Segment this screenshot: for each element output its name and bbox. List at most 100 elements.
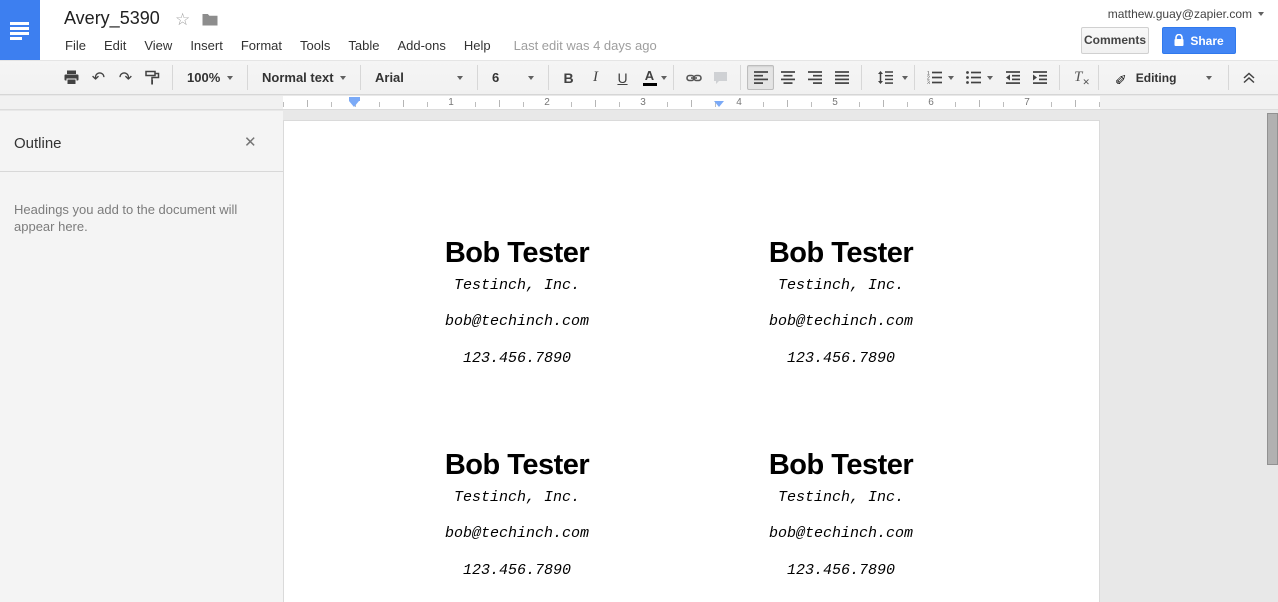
docs-logo-icon[interactable]	[0, 0, 40, 60]
chevron-down-icon[interactable]	[661, 75, 667, 80]
bold-button[interactable]: B	[555, 65, 582, 90]
font-family-select[interactable]: Arial	[367, 65, 471, 90]
menu-view[interactable]: View	[135, 35, 181, 56]
account-menu[interactable]: matthew.guay@zapier.com	[1108, 7, 1264, 21]
menu-tools[interactable]: Tools	[291, 35, 339, 56]
align-right-button[interactable]	[801, 65, 828, 90]
underline-button[interactable]: U	[609, 65, 636, 90]
chevron-down-icon	[1206, 75, 1213, 80]
business-card: Bob Tester Testinch, Inc. bob@techinch.c…	[355, 237, 679, 366]
outline-empty-message: Headings you add to the document will ap…	[14, 202, 238, 234]
card-company[interactable]: Testinch, Inc.	[355, 490, 679, 505]
increase-indent-button[interactable]	[1026, 65, 1053, 90]
card-email[interactable]: bob@techinch.com	[679, 526, 1003, 541]
italic-button[interactable]: I	[582, 65, 609, 90]
align-justify-button[interactable]	[828, 65, 855, 90]
font-size-select[interactable]: 6	[484, 65, 542, 90]
horizontal-ruler[interactable]: 1 2 3 4 5 6 7	[0, 96, 1278, 110]
bulleted-list-button[interactable]	[960, 65, 987, 90]
line-spacing-button[interactable]	[868, 65, 902, 90]
numbered-list-button[interactable]: 123	[921, 65, 948, 90]
paragraph-style-value: Normal text	[262, 70, 334, 85]
align-left-button[interactable]	[747, 65, 774, 90]
insert-comment-button	[707, 65, 734, 90]
card-name[interactable]: Bob Tester	[679, 449, 1003, 482]
card-email[interactable]: bob@techinch.com	[355, 314, 679, 329]
share-button-label: Share	[1190, 33, 1224, 48]
card-phone[interactable]: 123.456.7890	[679, 563, 1003, 578]
decrease-indent-button[interactable]	[999, 65, 1026, 90]
right-indent-marker[interactable]	[714, 96, 725, 108]
pencil-icon: ✎	[1115, 69, 1127, 86]
menu-insert[interactable]: Insert	[181, 35, 232, 56]
mode-select[interactable]: ✎ Editing	[1105, 65, 1222, 90]
menu-addons[interactable]: Add-ons	[388, 35, 454, 56]
paragraph-style-select[interactable]: Normal text	[254, 65, 354, 90]
chevron-down-icon[interactable]	[948, 75, 954, 80]
business-card: Bob Tester Testinch, Inc. bob@techinch.c…	[679, 237, 1003, 366]
last-edit-status[interactable]: Last edit was 4 days ago	[514, 38, 657, 53]
share-button[interactable]: Share	[1162, 27, 1236, 54]
card-company[interactable]: Testinch, Inc.	[679, 490, 1003, 505]
ruler-number: 6	[925, 96, 937, 109]
zoom-select[interactable]: 100%	[179, 65, 241, 90]
comments-button[interactable]: Comments	[1081, 27, 1149, 54]
card-email[interactable]: bob@techinch.com	[355, 526, 679, 541]
ruler-number: 2	[541, 96, 553, 109]
card-name[interactable]: Bob Tester	[679, 237, 1003, 270]
document-canvas: Bob Tester Testinch, Inc. bob@techinch.c…	[283, 110, 1268, 602]
card-email[interactable]: bob@techinch.com	[679, 314, 1003, 329]
insert-link-button[interactable]	[680, 65, 707, 90]
chevron-down-icon[interactable]	[902, 75, 908, 80]
chevron-down-icon[interactable]	[987, 75, 993, 80]
document-page[interactable]: Bob Tester Testinch, Inc. bob@techinch.c…	[283, 120, 1100, 602]
ruler-number: 5	[829, 96, 841, 109]
ruler-number: 7	[1021, 96, 1033, 109]
ruler-number: 1	[445, 96, 457, 109]
card-phone[interactable]: 123.456.7890	[679, 351, 1003, 366]
card-name[interactable]: Bob Tester	[355, 449, 679, 482]
menu-help[interactable]: Help	[455, 35, 500, 56]
left-indent-marker[interactable]	[349, 96, 360, 108]
menu-file[interactable]: File	[56, 35, 95, 56]
menu-table[interactable]: Table	[339, 35, 388, 56]
text-color-button[interactable]: A	[636, 65, 663, 90]
lock-icon	[1174, 34, 1184, 46]
outline-panel-header: Outline ✕	[0, 111, 283, 172]
close-icon[interactable]: ✕	[244, 133, 257, 151]
menu-bar: File Edit View Insert Format Tools Table…	[56, 33, 657, 57]
font-family-value: Arial	[375, 70, 404, 85]
folder-icon[interactable]	[202, 13, 218, 26]
undo-button[interactable]: ↶	[85, 65, 112, 90]
chevron-down-icon	[1258, 12, 1264, 16]
business-card: Bob Tester Testinch, Inc. bob@techinch.c…	[355, 449, 679, 578]
star-icon[interactable]: ☆	[175, 10, 190, 30]
text-color-swatch	[642, 83, 657, 86]
chevron-down-icon	[340, 75, 346, 80]
mode-label: Editing	[1135, 70, 1177, 85]
card-phone[interactable]: 123.456.7890	[355, 563, 679, 578]
ruler-number: 4	[733, 96, 745, 109]
card-name[interactable]: Bob Tester	[355, 237, 679, 270]
account-email: matthew.guay@zapier.com	[1107, 7, 1252, 21]
redo-button[interactable]: ↷	[112, 65, 139, 90]
ruler-ticks-half-inch	[283, 100, 1100, 107]
vertical-scrollbar[interactable]	[1267, 113, 1278, 465]
align-center-button[interactable]	[774, 65, 801, 90]
paint-format-button[interactable]	[139, 65, 166, 90]
chevron-down-icon	[528, 75, 534, 80]
clear-formatting-button[interactable]: T✕	[1066, 65, 1098, 90]
card-company[interactable]: Testinch, Inc.	[355, 278, 679, 293]
print-button[interactable]	[58, 65, 85, 90]
document-title[interactable]: Avery_5390	[64, 8, 160, 29]
menu-edit[interactable]: Edit	[95, 35, 135, 56]
ruler-page-area[interactable]: 1 2 3 4 5 6 7	[283, 96, 1100, 109]
card-company[interactable]: Testinch, Inc.	[679, 278, 1003, 293]
menu-format[interactable]: Format	[232, 35, 291, 56]
zoom-value: 100%	[187, 70, 221, 85]
svg-text:3: 3	[927, 80, 930, 84]
chevron-down-icon	[227, 75, 233, 80]
collapse-toolbar-button[interactable]	[1235, 65, 1262, 90]
outline-panel: Outline ✕ Headings you add to the docume…	[0, 111, 283, 602]
card-phone[interactable]: 123.456.7890	[355, 351, 679, 366]
